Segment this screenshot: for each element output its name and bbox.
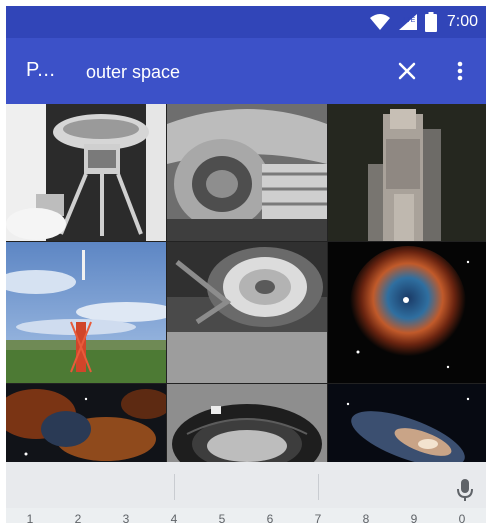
key-7[interactable]: 7 [294, 512, 342, 523]
image-tile-galaxy[interactable] [328, 384, 486, 468]
status-bar: LTE 7:00 [6, 6, 486, 38]
key-2[interactable]: 2 [54, 512, 102, 523]
key-9[interactable]: 9 [390, 512, 438, 523]
keyboard: 1 2 3 4 5 6 7 8 9 0 [6, 462, 486, 523]
key-0[interactable]: 0 [438, 512, 486, 523]
status-icons: LTE 7:00 [369, 12, 478, 32]
lte-signal-icon: LTE [397, 13, 419, 31]
clock: 7:00 [446, 13, 478, 30]
key-4[interactable]: 4 [150, 512, 198, 523]
image-tile-nebula-clouds[interactable] [6, 384, 166, 468]
clear-search-button[interactable] [392, 56, 422, 86]
image-tile-rocket-pad[interactable] [328, 104, 486, 241]
wifi-icon [369, 13, 391, 31]
suggestion-divider [318, 474, 319, 500]
overflow-menu-button[interactable] [448, 56, 472, 86]
close-icon [398, 62, 416, 80]
suggestion-strip [6, 462, 486, 508]
voice-input-button[interactable] [456, 478, 474, 502]
more-vert-icon [457, 61, 463, 81]
image-tile-wheel[interactable] [167, 242, 327, 383]
microphone-icon [457, 479, 473, 501]
number-row: 1 2 3 4 5 6 7 8 9 0 [6, 512, 486, 523]
image-tile-space-probe[interactable] [6, 104, 166, 241]
phone-screen: LTE 7:00 P... outer space 1 2 3 4 5 6 7 … [6, 6, 486, 523]
key-8[interactable]: 8 [342, 512, 390, 523]
key-5[interactable]: 5 [198, 512, 246, 523]
image-results-grid [6, 104, 486, 468]
image-tile-rocket-launch[interactable] [6, 242, 166, 383]
image-tile-nebula[interactable] [328, 242, 486, 383]
key-3[interactable]: 3 [102, 512, 150, 523]
image-tile-coil[interactable] [167, 384, 327, 468]
search-query-field[interactable]: outer space [86, 62, 180, 83]
app-title[interactable]: P... [26, 59, 55, 82]
image-tile-machinery[interactable] [167, 104, 327, 241]
key-1[interactable]: 1 [6, 512, 54, 523]
key-6[interactable]: 6 [246, 512, 294, 523]
app-bar: P... outer space [6, 38, 486, 104]
suggestion-divider [174, 474, 175, 500]
battery-icon [424, 12, 437, 32]
svg-text:LTE: LTE [403, 17, 416, 24]
